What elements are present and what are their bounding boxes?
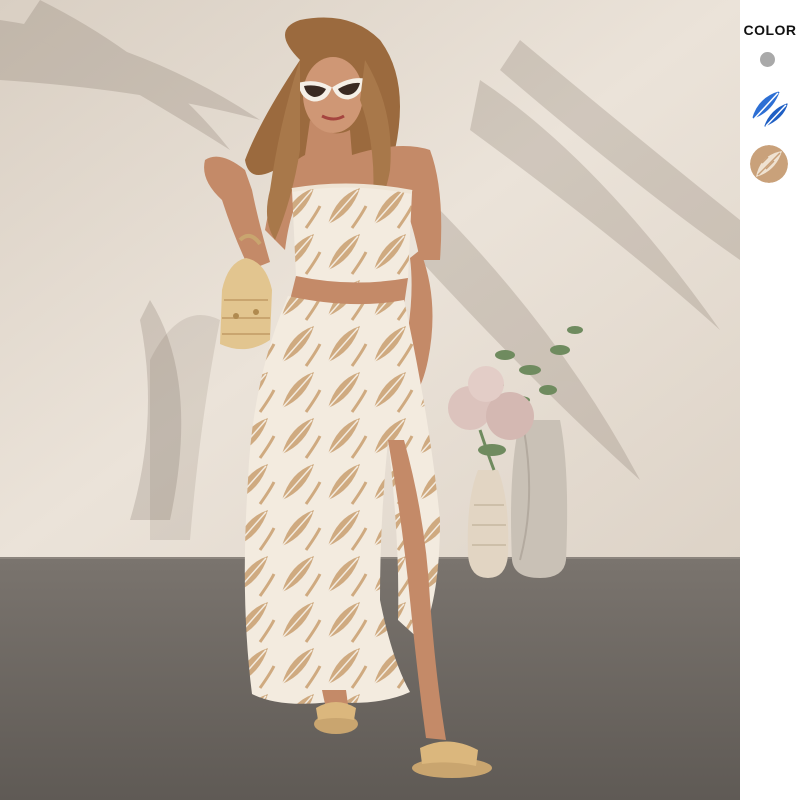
tall-vase <box>511 420 568 578</box>
product-photo <box>0 0 740 800</box>
product-photo-illustration <box>0 0 740 800</box>
color-selector-panel: COLOR <box>740 0 800 800</box>
short-vase <box>467 470 509 578</box>
swatch-gray[interactable] <box>760 52 775 67</box>
tube-top <box>292 185 412 283</box>
swatch-khaki-print[interactable] <box>750 145 788 183</box>
color-title: COLOR <box>743 22 797 38</box>
swatch-blue-print[interactable] <box>750 89 788 127</box>
